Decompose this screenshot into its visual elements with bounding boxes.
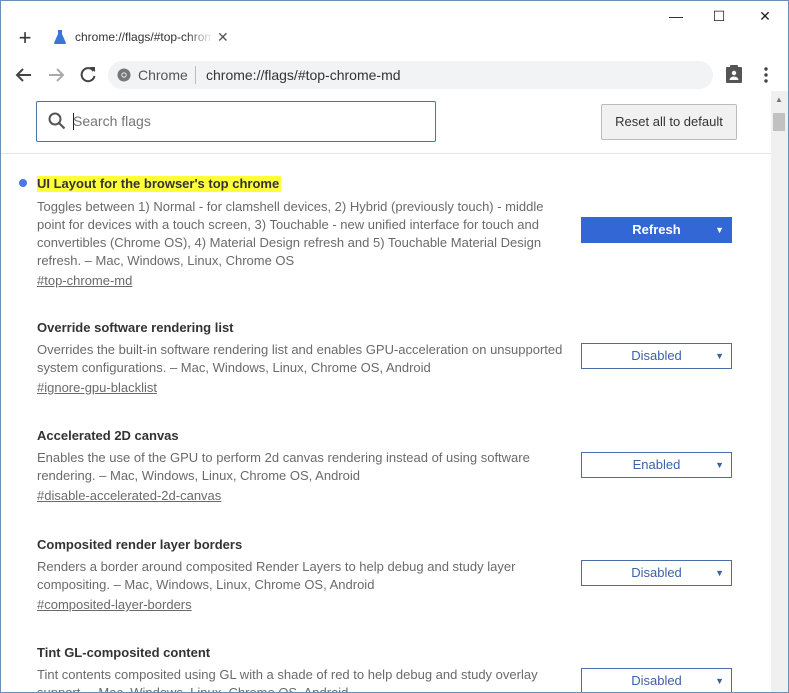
reset-all-button[interactable]: Reset all to default <box>601 104 737 140</box>
experiment-top-chrome-md: UI Layout for the browser's top chrome T… <box>37 175 577 290</box>
search-icon <box>48 112 66 130</box>
experiment-description: Renders a border around composited Rende… <box>37 559 516 592</box>
close-window-button[interactable]: ✕ <box>753 5 777 27</box>
experiment-select-disable-accelerated-2d-canvas[interactable]: Enabled ▼ <box>581 452 732 478</box>
new-tab-icon[interactable]: + <box>15 27 35 49</box>
experiment-name: Accelerated 2D canvas <box>37 428 179 443</box>
experiment-select-top-chrome-md[interactable]: Refresh ▼ <box>581 217 732 243</box>
experiment-description: Overrides the built-in software renderin… <box>37 342 563 375</box>
text-caret <box>73 113 74 130</box>
experiment-link[interactable]: #composited-layer-borders <box>37 596 577 614</box>
search-input[interactable] <box>73 111 413 131</box>
experiment-name: Composited render layer borders <box>37 537 243 552</box>
experiment-link[interactable]: #top-chrome-md <box>37 272 577 290</box>
scroll-up-arrow-icon[interactable]: ▲ <box>775 95 783 104</box>
experiment-link[interactable]: #ignore-gpu-blacklist <box>37 379 577 397</box>
chevron-down-icon: ▼ <box>715 460 724 470</box>
tab-title-fade <box>187 27 213 49</box>
flags-page: Reset all to default UI Layout for the b… <box>1 91 771 692</box>
browser-window: + chrome://flags/#top-chrome-md ✕ — ☐ ✕ <box>0 0 789 693</box>
experiment-description: Enables the use of the GPU to perform 2d… <box>37 450 530 483</box>
toolbar: Chrome chrome://flags/#top-chrome-md <box>1 58 788 91</box>
flask-icon <box>54 30 66 44</box>
experiment-tint-gl-composited-content: Tint GL-composited content Tint contents… <box>37 645 577 692</box>
chevron-down-icon: ▼ <box>715 676 724 686</box>
vertical-scrollbar[interactable]: ▲ <box>771 91 788 692</box>
scrollbar-thumb[interactable] <box>773 113 785 131</box>
select-value: Disabled <box>631 348 682 363</box>
experiment-select-composited-layer-borders[interactable]: Disabled ▼ <box>581 560 732 586</box>
experiment-disable-accelerated-2d-canvas: Accelerated 2D canvas Enables the use of… <box>37 428 577 505</box>
clipboard-icon[interactable] <box>725 64 743 84</box>
chevron-down-icon: ▼ <box>715 351 724 361</box>
experiment-ignore-gpu-blacklist: Override software rendering list Overrid… <box>37 320 577 397</box>
chevron-down-icon: ▼ <box>715 225 724 235</box>
kebab-menu-icon[interactable] <box>759 64 773 86</box>
reload-icon[interactable] <box>77 64 99 86</box>
flags-header: Reset all to default <box>1 91 771 154</box>
modified-indicator <box>19 179 27 187</box>
address-bar[interactable]: Chrome chrome://flags/#top-chrome-md <box>108 61 713 89</box>
tab-close-icon[interactable]: ✕ <box>217 29 229 46</box>
experiment-description: Toggles between 1) Normal - for clamshel… <box>37 199 544 268</box>
experiment-select-tint-gl-composited-content[interactable]: Disabled ▼ <box>581 668 732 692</box>
experiment-name: UI Layout for the browser's top chrome <box>37 176 282 192</box>
experiment-composited-layer-borders: Composited render layer borders Renders … <box>37 537 577 614</box>
globe-icon <box>117 68 131 82</box>
experiment-description: Tint contents composited using GL with a… <box>37 667 538 692</box>
omnibox-separator <box>195 66 196 84</box>
tab-flags[interactable]: chrome://flags/#top-chrome-md ✕ <box>47 23 247 57</box>
experiment-select-ignore-gpu-blacklist[interactable]: Disabled ▼ <box>581 343 732 369</box>
select-value: Enabled <box>632 457 681 472</box>
minimize-button[interactable]: — <box>664 5 688 27</box>
select-value: Refresh <box>632 222 681 237</box>
back-icon[interactable] <box>13 64 35 86</box>
tab-strip: + chrome://flags/#top-chrome-md ✕ — ☐ ✕ <box>1 1 788 58</box>
site-chip: Chrome <box>138 67 188 83</box>
url-text[interactable]: chrome://flags/#top-chrome-md <box>206 67 401 83</box>
experiment-name: Tint GL-composited content <box>37 645 211 660</box>
forward-icon[interactable] <box>45 64 67 86</box>
select-value: Disabled <box>631 565 682 580</box>
experiment-name: Override software rendering list <box>37 320 234 335</box>
maximize-button[interactable]: ☐ <box>707 5 731 27</box>
select-value: Disabled <box>631 673 682 688</box>
experiment-link[interactable]: #disable-accelerated-2d-canvas <box>37 487 577 505</box>
chevron-down-icon: ▼ <box>715 568 724 578</box>
search-box[interactable] <box>36 101 436 142</box>
